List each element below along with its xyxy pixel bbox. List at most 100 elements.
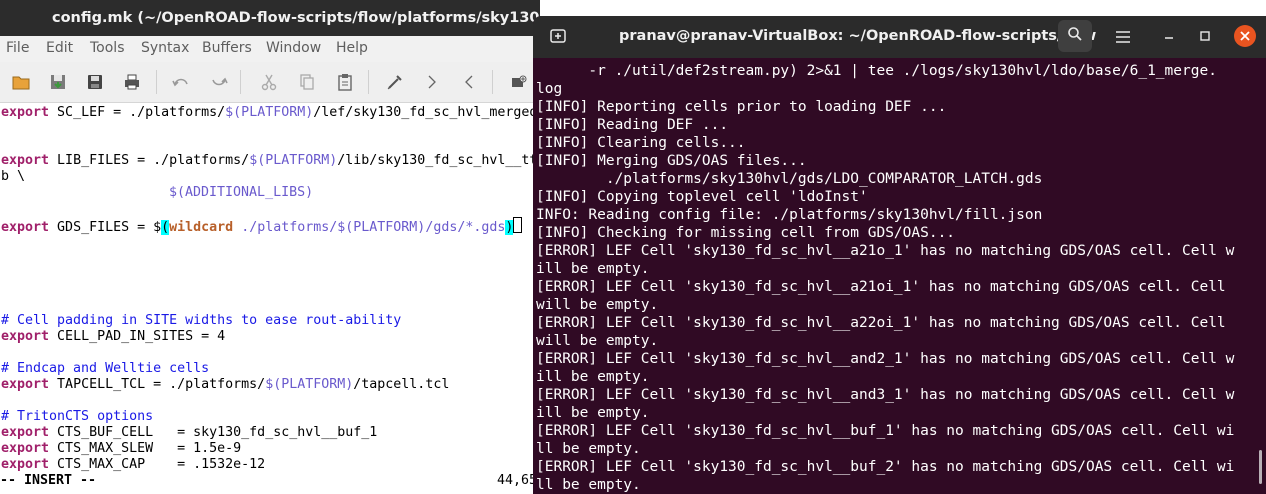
terminal-line: [INFO] Clearing cells... [536, 135, 746, 151]
open-file-icon[interactable] [11, 72, 31, 92]
variable: $(PLATFORM) [225, 105, 314, 120]
toolbar-separator [240, 70, 241, 94]
find-next-icon[interactable] [422, 72, 442, 92]
terminal-line: will be empty. [536, 297, 659, 313]
redo-icon[interactable] [209, 72, 229, 92]
load-session-icon[interactable] [509, 72, 529, 92]
terminal-scrollbar[interactable] [1259, 450, 1262, 484]
terminal-title: pranav@pranav-VirtualBox: ~/OpenROAD-flo… [619, 28, 1097, 44]
terminal-line: -r ./util/def2stream.py) 2>&1 | tee ./lo… [536, 63, 1217, 79]
variable: $(PLATFORM) [249, 153, 338, 168]
code-text: TAPCELL_TCL = ./platforms/ [49, 377, 266, 392]
keyword-export: export [1, 377, 50, 392]
variable: $(PLATFORM) [265, 377, 354, 392]
matched-paren: ( [161, 220, 170, 235]
terminal-output[interactable]: -r ./util/def2stream.py) 2>&1 | tee ./lo… [536, 62, 1258, 494]
close-icon[interactable] [1234, 25, 1256, 47]
gvim-editor[interactable]: export SC_LEF = ./platforms/$(PLATFORM)/… [0, 103, 540, 475]
copy-icon[interactable] [297, 72, 317, 92]
save-all-icon[interactable] [85, 72, 105, 92]
menu-help[interactable]: Help [336, 40, 368, 56]
code-text: GDS_FILES = $ [49, 220, 162, 235]
function-wildcard: wildcard [169, 220, 234, 235]
terminal-line: ill be empty. [536, 405, 650, 421]
terminal-line: [ERROR] LEF Cell 'sky130_fd_sc_hvl__a21o… [536, 279, 1226, 295]
search-button[interactable] [1058, 20, 1092, 52]
menu-edit[interactable]: Edit [46, 40, 73, 56]
terminal-line: ll be empty. [536, 477, 641, 493]
menu-tools[interactable]: Tools [90, 40, 125, 56]
terminal-line: [ERROR] LEF Cell 'sky130_fd_sc_hvl__and3… [536, 387, 1235, 403]
terminal-line: [INFO] Merging GDS/OAS files... [536, 153, 807, 169]
menu-window[interactable]: Window [266, 40, 321, 56]
terminal-headerbar[interactable]: pranav@pranav-VirtualBox: ~/OpenROAD-flo… [533, 16, 1266, 58]
terminal-line: ill be empty. [536, 261, 650, 277]
code-line: export CELL_PAD_IN_SITES = 4 [1, 329, 225, 345]
terminal-line: log [536, 81, 563, 97]
code-text: /tapcell.tcl [353, 377, 450, 392]
code-text: CTS_MAX_CAP = .1532e-12 [49, 457, 266, 472]
maximize-icon[interactable] [1193, 24, 1217, 48]
code-line: export CTS_MAX_CAP = .1532e-12 [1, 457, 265, 473]
paste-icon[interactable] [335, 72, 355, 92]
terminal-line: [ERROR] LEF Cell 'sky130_fd_sc_hvl__buf_… [536, 459, 1235, 475]
gvim-cursor-position: 44,65 [497, 473, 538, 488]
code-text: LIB_FILES = ./platforms/ [49, 153, 250, 168]
code-text: CTS_MAX_SLEW = 1.5e-9 [49, 441, 242, 456]
minimize-icon[interactable] [1157, 24, 1181, 48]
gvim-menubar: File Edit Tools Syntax Buffers Window He… [0, 36, 540, 62]
terminal-line: [ERROR] LEF Cell 'sky130_fd_sc_hvl__a22o… [536, 315, 1226, 331]
menu-buffers[interactable]: Buffers [202, 40, 252, 56]
comment-line: # Endcap and Welltie cells [1, 361, 209, 377]
new-tab-icon[interactable] [548, 27, 568, 45]
keyword-export: export [1, 105, 50, 120]
keyword-export: export [1, 329, 50, 344]
code-line: export LIB_FILES = ./platforms/$(PLATFOR… [1, 153, 540, 169]
code-text: SC_LEF = ./platforms/ [49, 105, 226, 120]
find-prev-icon[interactable] [459, 72, 479, 92]
comment-line: # TritonCTS options [1, 409, 153, 425]
terminal-line: [INFO] Checking for missing cell from GD… [536, 225, 956, 241]
gvim-toolbar [0, 62, 540, 103]
cut-icon[interactable] [259, 72, 279, 92]
toolbar-separator [156, 70, 157, 94]
save-icon[interactable] [48, 72, 68, 92]
menu-file[interactable]: File [6, 40, 29, 56]
code-line: b \ [1, 169, 26, 184]
search-icon [1067, 26, 1083, 46]
gvim-titlebar[interactable]: config.mk (~/OpenROAD-flow-scripts/flow/… [0, 0, 540, 36]
terminal-line: [INFO] Copying toplevel cell 'ldoInst' [536, 189, 868, 205]
terminal-line: will be empty. [536, 333, 659, 349]
code-line: export CTS_MAX_SLEW = 1.5e-9 [1, 441, 241, 457]
print-icon[interactable] [122, 72, 142, 92]
gvim-mode-status: -- INSERT -- [0, 473, 97, 488]
keyword-export: export [1, 153, 50, 168]
menu-syntax[interactable]: Syntax [141, 40, 189, 56]
comment-line: # Cell padding in SITE widths to ease ro… [1, 313, 401, 329]
code-text: CTS_BUF_CELL = sky130_fd_sc_hvl__buf_1 [49, 425, 378, 440]
code-line: export GDS_FILES = $(wildcard ./platform… [1, 217, 523, 235]
comment: # Cell padding in SITE widths to ease ro… [1, 313, 402, 328]
hamburger-menu-icon[interactable] [1111, 25, 1135, 49]
keyword-export: export [1, 220, 50, 235]
find-replace-icon[interactable] [385, 72, 405, 92]
undo-icon[interactable] [171, 72, 191, 92]
code-text: /lib/sky130_fd_sc_hvl__tt_025C_3v30.li [337, 153, 540, 168]
terminal-line: [ERROR] LEF Cell 'sky130_fd_sc_hvl__and2… [536, 351, 1235, 367]
terminal-line: [INFO] Reading DEF ... [536, 117, 729, 133]
gvim-window: config.mk (~/OpenROAD-flow-scripts/flow/… [0, 0, 540, 494]
code-line: export CTS_BUF_CELL = sky130_fd_sc_hvl__… [1, 425, 377, 441]
gvim-window-title: config.mk (~/OpenROAD-flow-scripts/flow/… [52, 10, 540, 26]
code-line: $(ADDITIONAL_LIBS) [169, 185, 313, 201]
terminal-line: ./platforms/sky130hvl/gds/LDO_COMPARATOR… [536, 171, 1043, 187]
keyword-export: export [1, 457, 50, 472]
code-text: CELL_PAD_IN_SITES = 4 [49, 329, 226, 344]
terminal-line: ll be empty. [536, 441, 641, 457]
keyword-export: export [1, 441, 50, 456]
terminal-line: [ERROR] LEF Cell 'sky130_fd_sc_hvl__buf_… [536, 423, 1235, 439]
comment: # TritonCTS options [1, 409, 154, 424]
toolbar-separator [368, 70, 369, 94]
comment: # Endcap and Welltie cells [1, 361, 210, 376]
terminal-line: ill be empty. [536, 369, 650, 385]
terminal-line: [ERROR] LEF Cell 'sky130_fd_sc_hvl__a21o… [536, 243, 1235, 259]
